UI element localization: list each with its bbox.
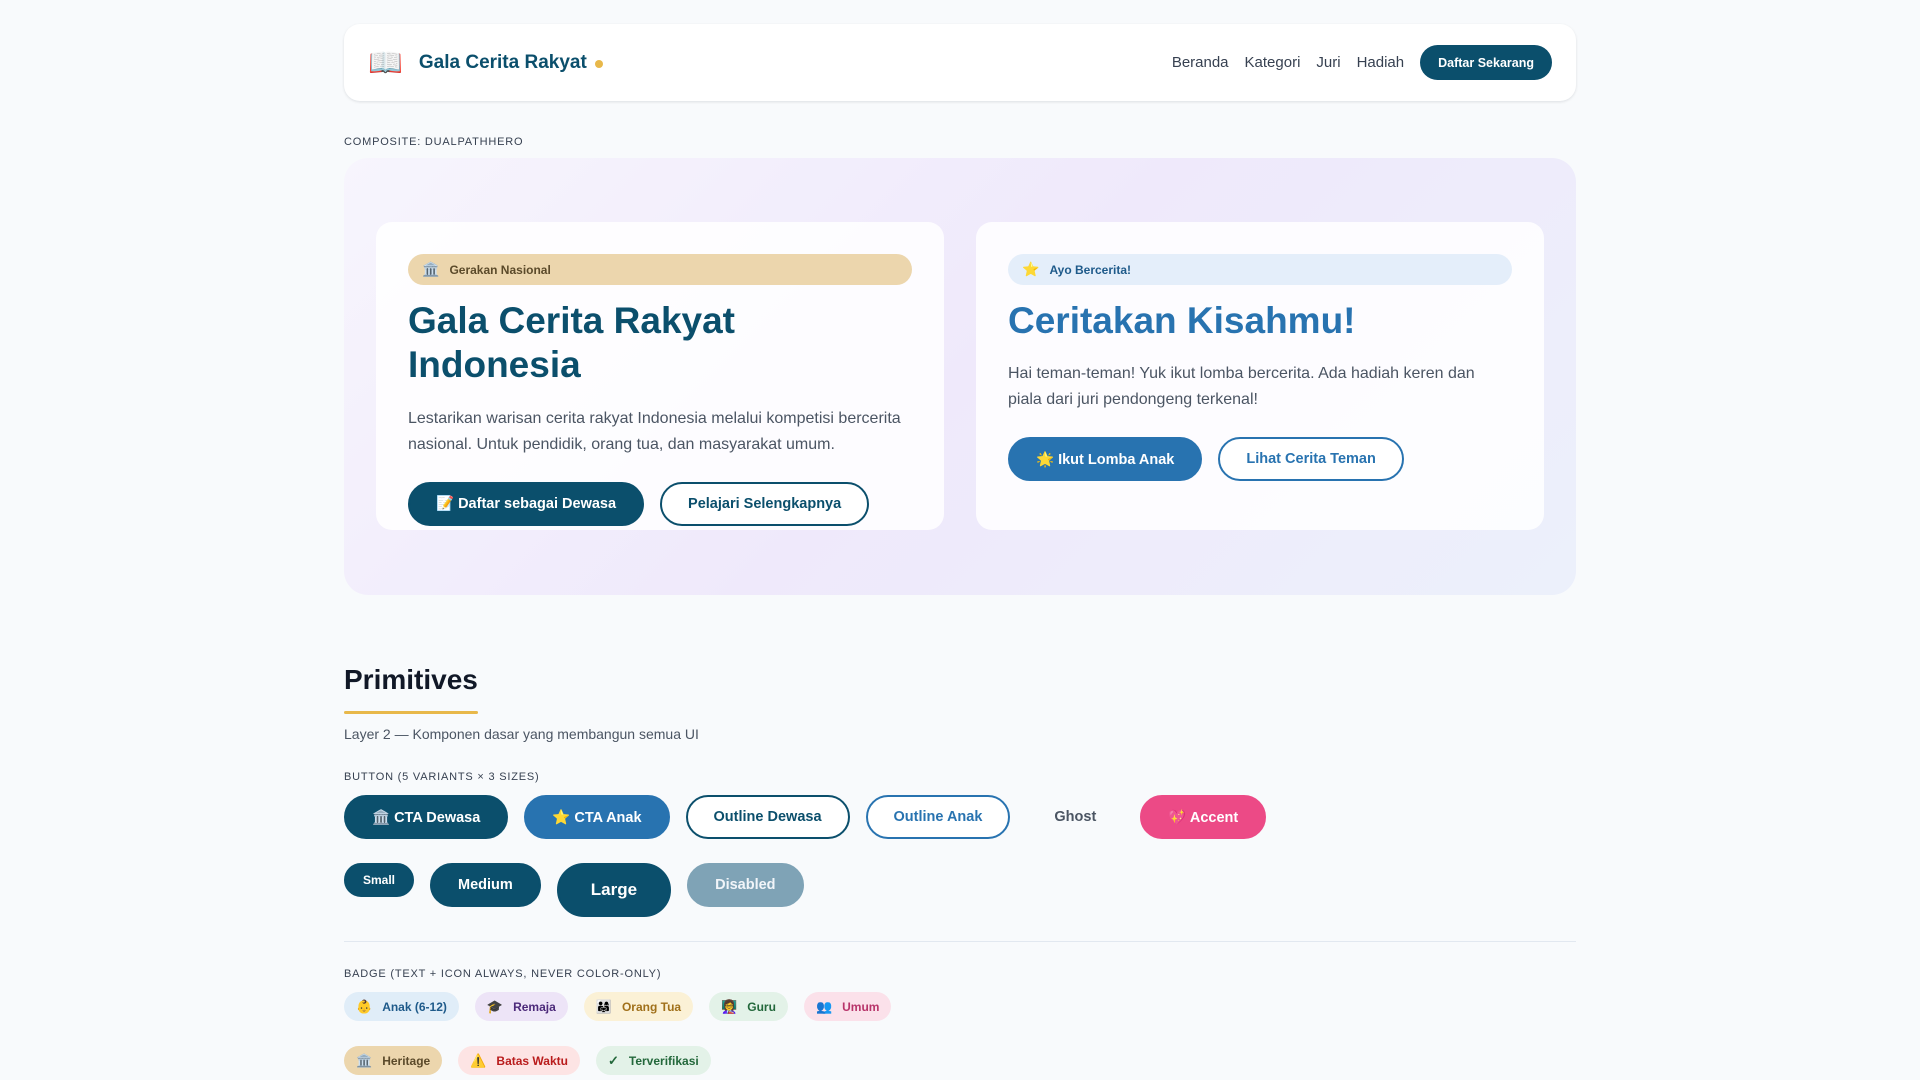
divider: [344, 941, 1576, 942]
people-icon: 👥: [815, 998, 833, 1014]
nav-links: Beranda Kategori Juri Hadiah Daftar Seka…: [1172, 45, 1552, 80]
daftar-dewasa-button[interactable]: 📝 Daftar sebagai Dewasa: [408, 481, 645, 526]
adult-path-card: 🏛️ Gerakan Nasional Gala Cerita Rakyat I…: [376, 222, 944, 530]
badge-row-status: 🏛️ Heritage ⚠️ Batas Waktu ✓ Terverifika…: [344, 1046, 727, 1075]
ghost-button[interactable]: Ghost: [1026, 795, 1124, 839]
outline-dewasa-button[interactable]: Outline Dewasa: [685, 795, 850, 839]
cta-dewasa-button[interactable]: 🏛️ CTA Dewasa: [344, 795, 509, 839]
badge-anak: 👶 Anak (6-12): [344, 992, 459, 1021]
adult-hero-text: Lestarikan warisan cerita rakyat Indones…: [408, 409, 901, 453]
pill-label: Ayo Bercerita!: [1049, 262, 1132, 277]
badge-heritage: 🏛️ Heritage: [344, 1046, 443, 1075]
badge-label: Remaja: [513, 999, 556, 1014]
lihat-cerita-button[interactable]: Lihat Cerita Teman: [1218, 437, 1404, 482]
badge-umum: 👥 Umum: [803, 992, 892, 1021]
large-button[interactable]: Large: [556, 863, 672, 917]
section-title: Primitives: [344, 664, 478, 695]
baby-icon: 👶: [356, 998, 373, 1014]
button-label: BUTTON (5 VARIANTS × 3 SIZES): [344, 771, 540, 783]
badge-label: Orang Tua: [621, 999, 682, 1014]
button-sizes-row: Small Medium Large Disabled: [344, 863, 804, 917]
graduation-cap-icon: 🎓: [486, 998, 504, 1014]
badge-label: Heritage: [382, 1053, 431, 1068]
badge-label: Guru: [747, 999, 776, 1014]
outline-anak-button[interactable]: Outline Anak: [865, 795, 1011, 839]
badge-remaja: 🎓 Remaja: [474, 992, 568, 1021]
museum-icon: 🏛️: [422, 261, 440, 277]
kids-hero-text: Hai teman-teman! Yuk ikut lomba bercerit…: [1008, 365, 1475, 409]
small-button[interactable]: Small: [344, 863, 415, 897]
brand-name: Gala Cerita Rakyat: [418, 51, 587, 73]
nav-link-beranda[interactable]: Beranda: [1172, 54, 1229, 71]
ikut-lomba-button[interactable]: 🌟 Ikut Lomba Anak: [1008, 437, 1203, 482]
badge-label: BADGE (TEXT + ICON ALWAYS, NEVER COLOR-O…: [344, 968, 662, 980]
nav-link-hadiah[interactable]: Hadiah: [1357, 54, 1405, 71]
kids-hero-actions: 🌟 Ikut Lomba Anak Lihat Cerita Teman: [1008, 437, 1512, 482]
badge-label: Umum: [842, 999, 880, 1014]
section-underline: [344, 711, 478, 714]
check-icon: ✓: [607, 1052, 619, 1068]
kids-hero-title: Ceritakan Kisahmu!: [1008, 300, 1356, 341]
daftar-sekarang-button[interactable]: Daftar Sekarang: [1420, 45, 1552, 80]
adult-hero-title: Gala Cerita Rakyat Indonesia: [408, 300, 736, 386]
badge-batas-waktu: ⚠️ Batas Waktu: [458, 1046, 580, 1075]
kids-path-card: ⭐ Ayo Bercerita! Ceritakan Kisahmu! Hai …: [976, 222, 1544, 530]
nav-link-kategori[interactable]: Kategori: [1245, 54, 1301, 71]
badge-label: Batas Waktu: [496, 1053, 568, 1068]
composite-label: COMPOSITE: DUALPATHHERO: [344, 136, 524, 148]
family-icon: 👨‍👩‍👧: [595, 998, 612, 1014]
museum-icon: 🏛️: [356, 1052, 373, 1068]
badge-label: Anak (6-12): [382, 999, 447, 1014]
disabled-button: Disabled: [687, 863, 804, 907]
accent-button[interactable]: 💖 Accent: [1140, 795, 1267, 839]
star-icon: ⭐: [1022, 261, 1040, 277]
nav-link-juri[interactable]: Juri: [1316, 54, 1340, 71]
badge-terverifikasi: ✓ Terverifikasi: [595, 1046, 711, 1075]
badge-guru: 👩‍🏫 Guru: [709, 992, 788, 1021]
badge-orang-tua: 👨‍👩‍👧 Orang Tua: [583, 992, 694, 1021]
gerakan-nasional-pill: 🏛️ Gerakan Nasional: [408, 254, 912, 285]
pill-label: Gerakan Nasional: [449, 262, 551, 277]
brand[interactable]: 📖 Gala Cerita Rakyat: [368, 46, 603, 78]
button-variants-row: 🏛️ CTA Dewasa ⭐ CTA Anak Outline Dewasa …: [344, 795, 1267, 839]
ayo-bercerita-pill: ⭐ Ayo Bercerita!: [1008, 254, 1512, 285]
top-nav: 📖 Gala Cerita Rakyat Beranda Kategori Ju…: [344, 24, 1576, 101]
cta-anak-button[interactable]: ⭐ CTA Anak: [524, 795, 670, 839]
teacher-icon: 👩‍🏫: [721, 998, 738, 1014]
section-subtitle: Layer 2 — Komponen dasar yang membangun …: [344, 726, 699, 742]
medium-button[interactable]: Medium: [430, 863, 541, 907]
badge-row-audience: 👶 Anak (6-12) 🎓 Remaja 👨‍👩‍👧 Orang Tua 👩…: [344, 992, 907, 1021]
dual-path-hero: 🏛️ Gerakan Nasional Gala Cerita Rakyat I…: [344, 158, 1576, 595]
adult-hero-actions: 📝 Daftar sebagai Dewasa Pelajari Selengk…: [408, 481, 912, 526]
warning-icon: ⚠️: [470, 1052, 487, 1068]
pelajari-button[interactable]: Pelajari Selengkapnya: [660, 481, 870, 526]
book-icon: 📖: [368, 46, 403, 78]
brand-dot: [594, 59, 603, 68]
badge-label: Terverifikasi: [628, 1053, 699, 1068]
